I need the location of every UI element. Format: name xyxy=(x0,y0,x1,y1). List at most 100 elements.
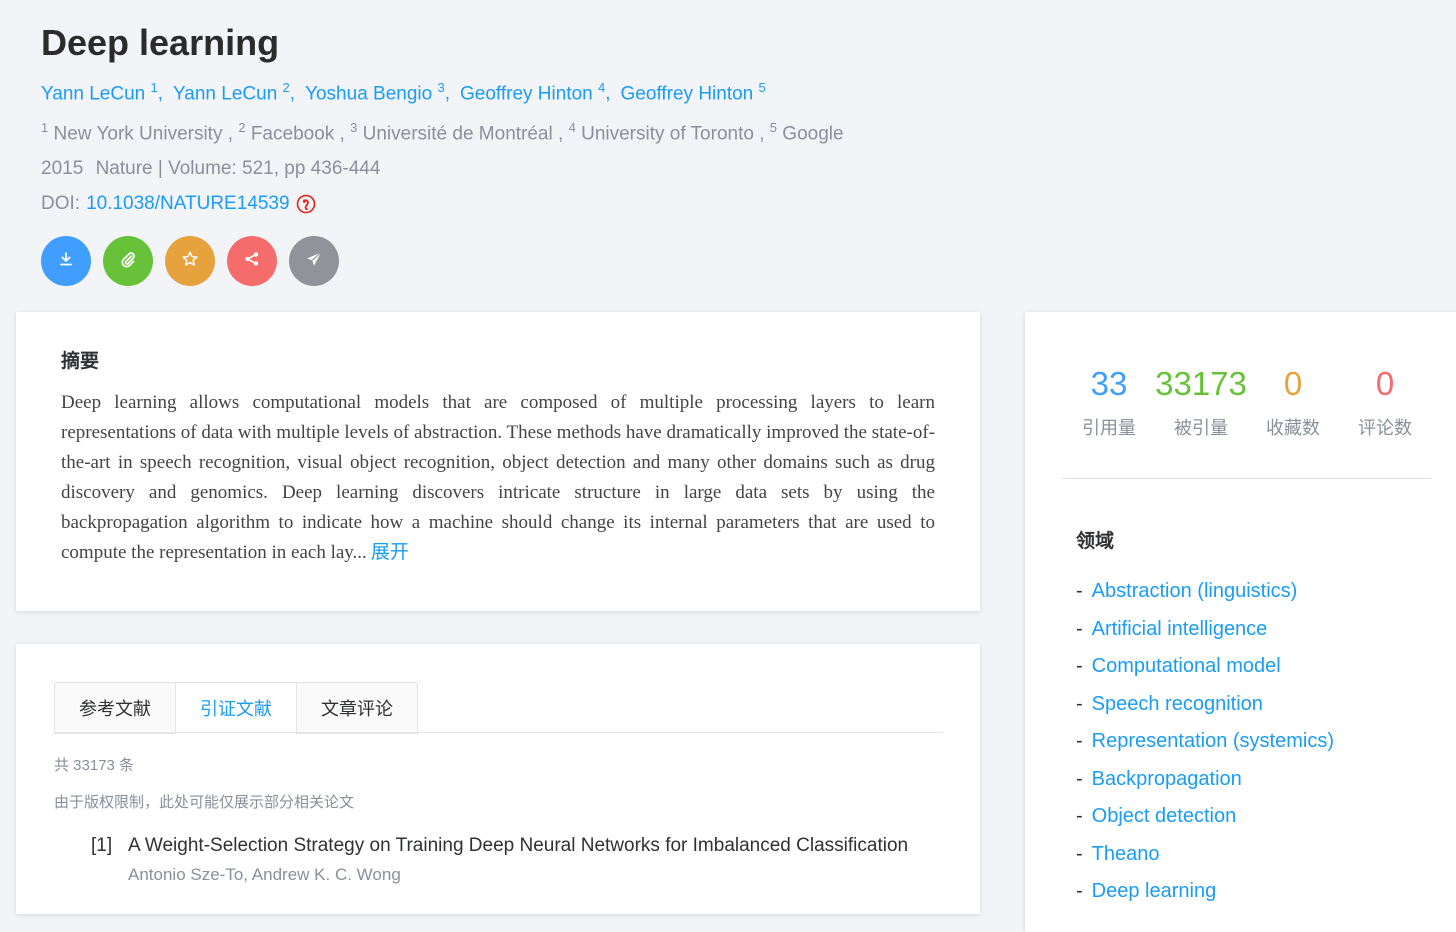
affiliation-name: Université de Montréal xyxy=(362,123,553,145)
citation-title-link[interactable]: A Weight-Selection Strategy on Training … xyxy=(128,835,908,857)
affiliation-name: Facebook xyxy=(250,123,335,145)
affiliation-marker: 4 xyxy=(568,120,576,135)
stat-label: 被引量 xyxy=(1174,418,1228,438)
author-separator: , xyxy=(605,83,611,105)
favorite-button[interactable] xyxy=(165,236,215,286)
external-link-icon[interactable] xyxy=(296,194,316,214)
list-item: - Computational model xyxy=(1076,655,1334,693)
list-item: - Abstraction (linguistics) xyxy=(1076,580,1334,618)
affiliation-list: 1 New York University , 2 Facebook , 3 U… xyxy=(41,120,844,145)
list-dash: - xyxy=(1076,617,1083,640)
field-link[interactable]: Deep learning xyxy=(1092,880,1217,902)
author-affiliation-marker: 1 xyxy=(150,80,158,95)
list-dash: - xyxy=(1076,730,1083,752)
author-link[interactable]: Yoshua Bengio xyxy=(305,83,432,104)
citation-count: 共 33173 条 xyxy=(54,757,135,774)
list-dash: - xyxy=(1076,805,1083,827)
author-separator: , xyxy=(444,83,450,105)
stat-value: 0 xyxy=(1375,365,1395,402)
field-link[interactable]: Backpropagation xyxy=(1092,768,1242,790)
affiliation-marker: 3 xyxy=(350,120,358,135)
affiliation-name: Google xyxy=(782,123,844,145)
affiliation-name: University of Toronto xyxy=(581,123,754,145)
list-dash: - xyxy=(1076,880,1083,902)
share-button[interactable] xyxy=(227,236,277,286)
paper-plane-icon xyxy=(305,250,323,273)
author-affiliation-marker: 5 xyxy=(758,80,766,95)
field-link[interactable]: Theano xyxy=(1092,843,1160,865)
affiliation-separator: , xyxy=(334,123,351,145)
field-link[interactable]: Computational model xyxy=(1092,655,1281,677)
stats-sidebar: 33 引用量 33173 被引量 0 收藏数 0 评论数 领域 - Abstrac… xyxy=(1025,312,1456,932)
field-link[interactable]: Abstraction (linguistics) xyxy=(1092,580,1298,602)
affiliation-separator: , xyxy=(753,123,770,145)
tab-comments[interactable]: 文章评论 xyxy=(296,682,418,734)
publication-venue: Nature | Volume: 521, pp 436-444 xyxy=(95,158,381,179)
stat-value: 33 xyxy=(1090,365,1128,402)
stat-label: 评论数 xyxy=(1358,418,1412,438)
abstract-text: Deep learning allows computational model… xyxy=(61,392,935,563)
paper-title: Deep learning xyxy=(41,22,280,63)
expand-link[interactable]: 展开 xyxy=(371,542,409,563)
field-link[interactable]: Object detection xyxy=(1092,805,1237,827)
paperclip-icon xyxy=(119,250,137,273)
list-dash: - xyxy=(1076,580,1083,602)
list-dash: - xyxy=(1076,842,1083,865)
author-separator: , xyxy=(289,83,296,105)
stat-favorites[interactable]: 0 收藏数 xyxy=(1247,364,1339,440)
author-affiliation-marker: 2 xyxy=(282,80,290,95)
doi-row: DOI: 10.1038/NATURE14539 xyxy=(41,193,316,215)
download-button[interactable] xyxy=(41,236,91,286)
author-link[interactable]: Geoffrey Hinton xyxy=(621,83,754,104)
affiliation-marker: 2 xyxy=(238,120,246,135)
author-affiliation-marker: 3 xyxy=(437,80,445,95)
field-link[interactable]: Representation (systemics) xyxy=(1092,730,1334,752)
list-item: - Theano xyxy=(1076,843,1334,881)
tab-references[interactable]: 参考文献 xyxy=(54,682,176,734)
copyright-notice: 由于版权限制，此处可能仅展示部分相关论文 xyxy=(54,794,355,811)
author-link[interactable]: Yann LeCun xyxy=(173,83,277,104)
affiliation-separator: , xyxy=(222,123,239,145)
stat-comments[interactable]: 0 评论数 xyxy=(1339,364,1431,440)
stat-label: 引用量 xyxy=(1082,418,1136,438)
attachment-button[interactable] xyxy=(103,236,153,286)
affiliation-separator: , xyxy=(552,123,569,145)
tab-citations[interactable]: 引证文献 xyxy=(175,682,297,734)
list-item: - Backpropagation xyxy=(1076,768,1334,806)
field-link[interactable]: Artificial intelligence xyxy=(1092,618,1268,640)
list-item: - Speech recognition xyxy=(1076,693,1334,731)
field-link[interactable]: Speech recognition xyxy=(1092,693,1263,715)
list-item: - Representation (systemics) xyxy=(1076,730,1334,768)
star-icon xyxy=(181,250,199,273)
tab-divider xyxy=(54,732,943,733)
stats-row: 33 引用量 33173 被引量 0 收藏数 0 评论数 xyxy=(1063,364,1431,440)
stat-value: 33173 xyxy=(1155,365,1247,402)
list-item: - Deep learning xyxy=(1076,880,1334,918)
list-item: - Object detection xyxy=(1076,805,1334,843)
stat-label: 收藏数 xyxy=(1266,418,1320,438)
abstract-body: Deep learning allows computational model… xyxy=(61,388,935,568)
tab-bar: 参考文献 引证文献 文章评论 xyxy=(54,682,418,734)
author-link[interactable]: Yann LeCun xyxy=(41,83,145,104)
doi-label: DOI: xyxy=(41,193,81,214)
citation-authors: Antonio Sze-To, Andrew K. C. Wong xyxy=(128,865,401,884)
abstract-card: 摘要 Deep learning allows computational mo… xyxy=(16,312,980,611)
affiliation-marker: 5 xyxy=(769,120,778,135)
author-separator: , xyxy=(157,83,164,105)
stat-citations[interactable]: 33173 被引量 xyxy=(1155,364,1247,440)
publication-info: 2015 Nature | Volume: 521, pp 436-444 xyxy=(41,158,380,180)
fields-heading: 领域 xyxy=(1076,531,1115,552)
author-link[interactable]: Geoffrey Hinton xyxy=(460,83,593,104)
citation-number: [1] xyxy=(91,835,113,856)
doi-link[interactable]: 10.1038/NATURE14539 xyxy=(86,193,290,215)
list-dash: - xyxy=(1076,692,1083,715)
author-list: Yann LeCun 1, Yann LeCun 2, Yoshua Bengio … xyxy=(41,80,766,105)
action-buttons xyxy=(41,236,339,286)
list-dash: - xyxy=(1076,655,1083,677)
stat-references[interactable]: 33 引用量 xyxy=(1063,364,1155,440)
list-dash: - xyxy=(1076,767,1083,790)
affiliation-name: New York University xyxy=(53,123,223,145)
send-button[interactable] xyxy=(289,236,339,286)
publication-year: 2015 xyxy=(41,158,84,179)
share-icon xyxy=(243,250,261,273)
